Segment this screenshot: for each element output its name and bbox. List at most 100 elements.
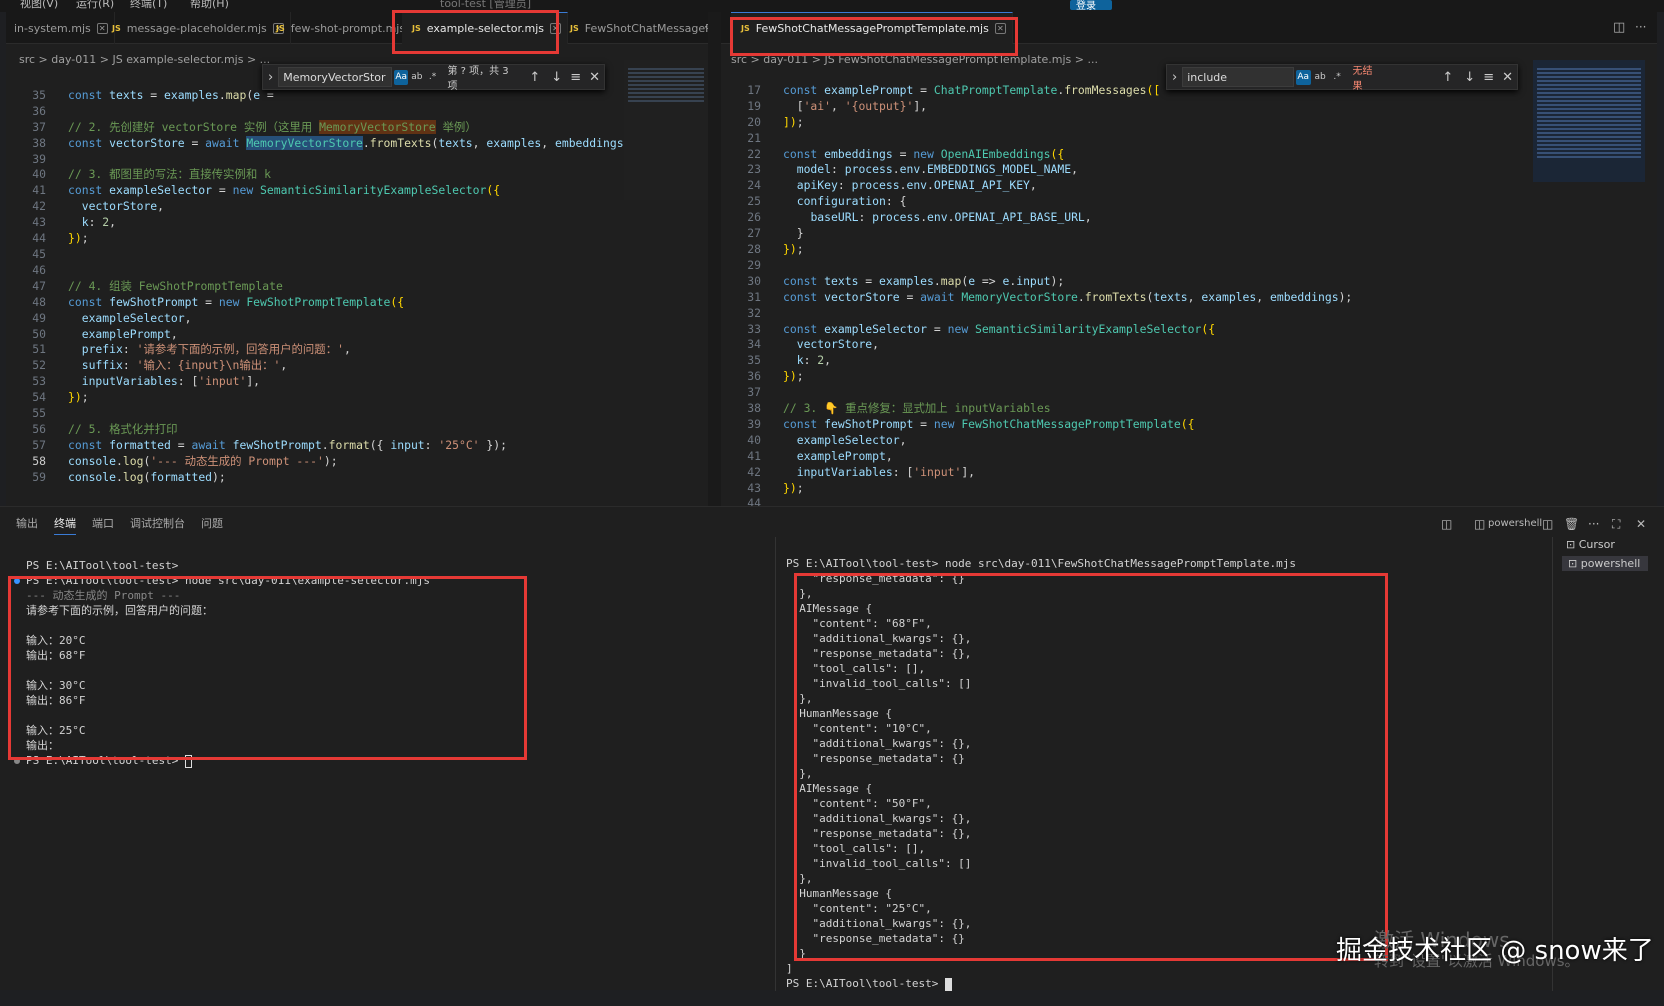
menu-view[interactable]: 视图(V): [20, 0, 58, 11]
terminal-line-text: "invalid_tool_calls": []: [786, 677, 972, 690]
line-number: 58: [32, 453, 46, 468]
terminal-list-divider: [1552, 537, 1553, 991]
tab-message-placeholder[interactable]: JS message-placeholder.mjs ✕: [102, 12, 291, 44]
terminal-line-text: "response_metadata": {}: [786, 752, 965, 765]
split-icon[interactable]: ◫: [1542, 517, 1553, 531]
breadcrumb[interactable]: src > day-011 > JS FewShotChatMessagePro…: [731, 53, 1098, 66]
terminal-line: "response_metadata": {},: [786, 647, 971, 660]
chevron-right-icon[interactable]: ›: [268, 70, 273, 85]
code-line: 21: [721, 131, 783, 145]
line-number: 22: [747, 146, 761, 161]
regex-icon[interactable]: .*: [1330, 70, 1345, 85]
close-icon[interactable]: ✕: [1636, 517, 1646, 531]
left-terminal[interactable]: PS E:\AITool\tool-test> PS E:\AITool\too…: [14, 543, 430, 783]
code-line: 57 const formatted = await fewShotPrompt.…: [6, 438, 507, 452]
terminal-item-cursor[interactable]: ⊡ Cursor: [1566, 538, 1615, 551]
panel-tab-output[interactable]: 输出: [16, 515, 38, 531]
terminal-line: --- 动态生成的 Prompt ---: [14, 589, 180, 602]
terminal-item-powershell[interactable]: ⊡ powershell: [1562, 556, 1649, 571]
editor-split-sash[interactable]: [708, 12, 721, 506]
line-number: 17: [747, 82, 761, 97]
minimap[interactable]: [624, 60, 708, 200]
right-code-area[interactable]: 17 const examplePrompt = ChatPromptTempla…: [721, 67, 1657, 506]
terminal-line: ]: [786, 962, 793, 975]
split-editor-icon[interactable]: ◫: [1613, 20, 1625, 35]
arrow-down-icon[interactable]: ↓: [551, 70, 562, 85]
code-line: 54});: [6, 390, 88, 404]
whole-word-icon[interactable]: ab: [1313, 70, 1328, 85]
find-in-selection-icon[interactable]: ≡: [570, 70, 581, 85]
panel-tab-problems[interactable]: 问题: [201, 515, 223, 531]
code-line: 28});: [721, 242, 803, 256]
terminal-line-text: --- 动态生成的 Prompt ---: [26, 589, 181, 602]
command-center-search[interactable]: tool-test [管理员]: [440, 0, 531, 11]
panel-tab-terminal[interactable]: 终端: [54, 515, 76, 535]
terminal-line-text: ]: [786, 962, 793, 975]
regex-icon[interactable]: .*: [426, 70, 440, 85]
more-actions-icon[interactable]: ···: [1588, 517, 1599, 531]
terminal-line: 请参考下面的示例，回答用户的问题：: [14, 604, 213, 617]
terminal-line: PS E:\AITool\tool-test> node src\day-011…: [14, 574, 430, 587]
panel-tab-debug-console[interactable]: 调试控制台: [130, 515, 185, 531]
chevron-right-icon[interactable]: ›: [1172, 70, 1177, 85]
panel-tab-ports[interactable]: 端口: [92, 515, 114, 531]
menu-terminal[interactable]: 终端(T): [130, 0, 167, 11]
terminal-line-text: "content": "68°F",: [786, 617, 932, 630]
menu-help[interactable]: 帮助(H): [190, 0, 229, 11]
find-query: MemoryVectorStor: [283, 70, 386, 84]
line-number: 23: [747, 162, 761, 177]
find-in-selection-icon[interactable]: ≡: [1483, 70, 1494, 85]
terminal-line-text: "additional_kwargs": {},: [786, 632, 972, 645]
code-line: 24 apiKey: process.env.OPENAI_API_KEY,: [721, 178, 1037, 192]
close-icon[interactable]: ✕: [994, 23, 1006, 34]
terminal-split-sash[interactable]: [775, 537, 776, 991]
terminal-line-text: 输出：: [26, 739, 59, 752]
line-number: 48: [32, 294, 46, 309]
terminal-line-text: "response_metadata": {},: [786, 827, 972, 840]
code-line: 51 prefix: '请参考下面的示例，回答用户的问题：',: [6, 342, 351, 356]
find-input[interactable]: include: [1182, 67, 1294, 87]
line-number: 43: [747, 480, 761, 495]
line-number: 34: [747, 337, 761, 352]
code-line: 38// 3. 👇 重点修复：显式加上 inputVariables: [721, 401, 1050, 415]
tab-fewshotchat-preview[interactable]: JS FewShotChatMessagePr: [560, 12, 708, 44]
new-terminal-icon[interactable]: ◫: [1441, 517, 1452, 531]
tab-label: few-shot-prompt.mjs: [290, 21, 406, 35]
find-input[interactable]: MemoryVectorStor: [278, 67, 393, 87]
code-line: 36});: [721, 369, 803, 383]
left-code-area[interactable]: 35 const texts = examples.map(e = 36 37//…: [6, 72, 708, 501]
code-line: 42 inputVariables: ['input'],: [721, 465, 975, 479]
line-number: 43: [32, 215, 46, 230]
code-line: 36: [6, 104, 68, 118]
terminal-line: 输出：: [14, 739, 59, 752]
trash-icon[interactable]: 🗑: [1564, 517, 1579, 531]
terminal-line-text: 输入：30°C: [26, 679, 86, 692]
terminal-line: HumanMessage {: [786, 707, 892, 720]
whole-word-icon[interactable]: ab: [410, 70, 424, 85]
arrow-up-icon[interactable]: ↑: [1442, 70, 1453, 85]
right-terminal[interactable]: PS E:\AITool\tool-test> node src\day-011…: [786, 541, 1296, 1006]
arrow-down-icon[interactable]: ↓: [1464, 70, 1475, 85]
status-dot: [14, 563, 20, 569]
more-actions-icon[interactable]: ···: [1635, 20, 1646, 34]
terminal-line-text: "content": "10°C",: [786, 722, 932, 735]
close-icon[interactable]: ✕: [589, 70, 600, 85]
match-case-icon[interactable]: Aa: [394, 69, 409, 85]
minimap[interactable]: [1533, 60, 1645, 182]
maximize-icon[interactable]: ⛶: [1612, 517, 1620, 532]
tab-example-selector[interactable]: JS example-selector.mjs ✕: [402, 12, 568, 44]
tab-fewshotchat[interactable]: JS FewShotChatMessagePromptTemplate.mjs ✕: [731, 12, 1013, 44]
split-terminal-icon[interactable]: ◫: [1474, 517, 1485, 531]
tab-label: message-placeholder.mjs: [126, 21, 267, 35]
breadcrumb[interactable]: src > day-011 > JS example-selector.mjs …: [19, 53, 270, 66]
terminal-line: [14, 664, 26, 677]
tab-in-system[interactable]: in-system.mjs ✕: [6, 12, 115, 44]
menu-run[interactable]: 运行(R): [76, 0, 114, 11]
js-file-icon: JS: [412, 24, 421, 33]
arrow-up-icon[interactable]: ↑: [529, 70, 540, 85]
status-dot: [14, 668, 20, 674]
code-line: 44});: [6, 231, 88, 245]
close-icon[interactable]: ✕: [1502, 70, 1513, 85]
match-case-icon[interactable]: Aa: [1295, 69, 1311, 85]
line-number: 45: [32, 246, 46, 261]
